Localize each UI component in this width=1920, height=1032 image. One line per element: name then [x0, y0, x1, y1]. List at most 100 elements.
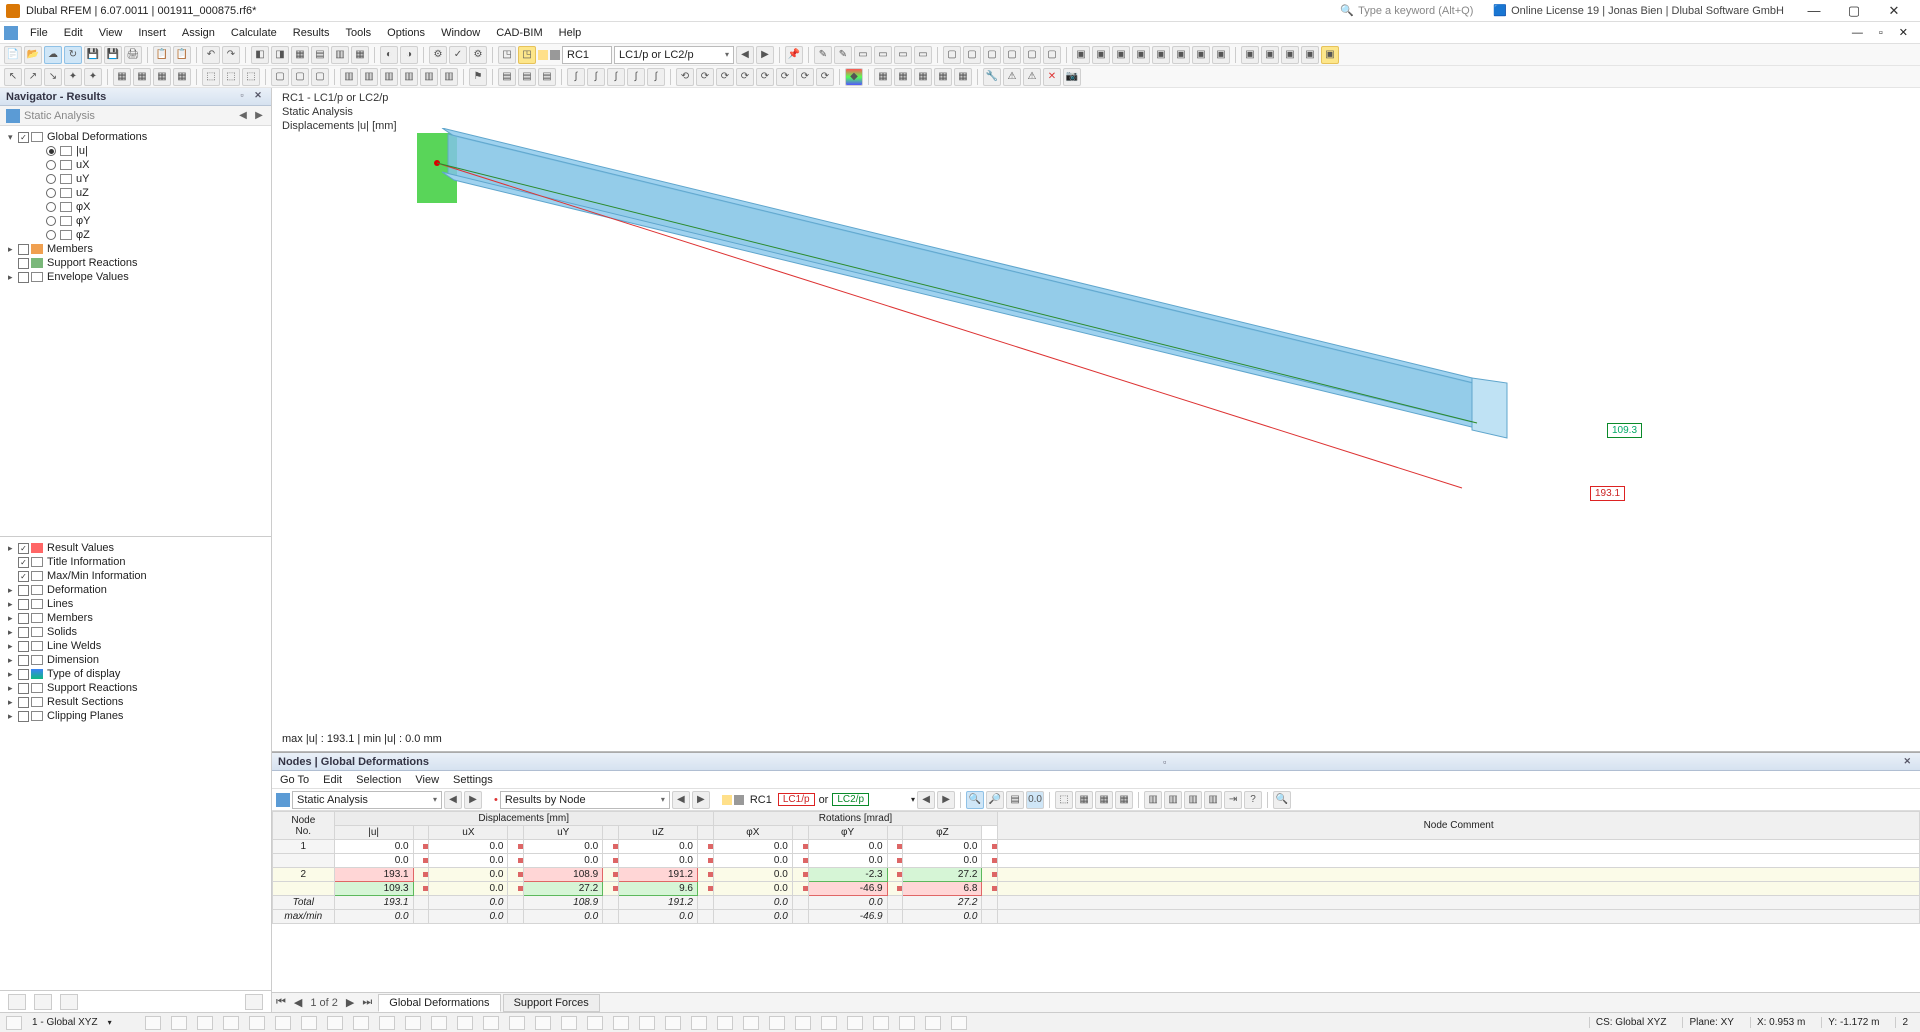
lc-combo[interactable]: LC1/p or LC2/p▾	[614, 46, 734, 64]
tb2-am[interactable]: ◆	[845, 68, 863, 86]
results-tree[interactable]: ▾Global Deformations |u| uX uY uZ φX φY …	[0, 126, 271, 536]
tb2-aw[interactable]: 📷	[1063, 68, 1081, 86]
tb2-c[interactable]: ↘	[44, 68, 62, 86]
menu-view[interactable]: View	[91, 25, 131, 41]
sb-t8[interactable]	[327, 1016, 343, 1030]
cb-maxmin-info[interactable]	[18, 571, 29, 582]
tb2-p[interactable]: ▥	[340, 68, 358, 86]
bp-help[interactable]: ?	[1244, 791, 1262, 809]
tb-s[interactable]: ▣	[1192, 46, 1210, 64]
tb-render1[interactable]: ◐	[380, 46, 398, 64]
sb-t5[interactable]	[249, 1016, 265, 1030]
menu-options[interactable]: Options	[379, 25, 433, 41]
tb-j[interactable]: ▢	[1003, 46, 1021, 64]
bp-export[interactable]: ⇥	[1224, 791, 1242, 809]
tb-g[interactable]: ▢	[943, 46, 961, 64]
sb-t11[interactable]	[405, 1016, 421, 1030]
tb2-a[interactable]: ↖	[4, 68, 22, 86]
bp-analysis-combo[interactable]: Static Analysis▾	[292, 791, 442, 809]
analysis-next[interactable]: ▶	[253, 110, 265, 121]
tb2-o[interactable]: ▢	[311, 68, 329, 86]
display-tree[interactable]: ▸Result Values Title Information Max/Min…	[0, 536, 271, 990]
tb2-x[interactable]: ▤	[518, 68, 536, 86]
bp-nav-next3[interactable]: ▶	[937, 791, 955, 809]
table-row[interactable]: 10.00.00.00.00.00.00.0	[273, 840, 1920, 854]
tb2-b[interactable]: ↗	[24, 68, 42, 86]
tb2-i[interactable]: ▦	[173, 68, 191, 86]
menu-cadbim[interactable]: CAD-BIM	[488, 25, 550, 41]
sb-t31[interactable]	[925, 1016, 941, 1030]
tree-maxmin-info[interactable]: Max/Min Information	[47, 570, 147, 582]
sb-t20[interactable]	[639, 1016, 655, 1030]
tb-open[interactable]: 📂	[24, 46, 42, 64]
tb2-ad[interactable]: ∫	[647, 68, 665, 86]
tree-phix[interactable]: φX	[76, 201, 90, 213]
tb-print[interactable]: 🖨	[124, 46, 142, 64]
radio-ux[interactable]	[46, 160, 56, 170]
tree-lines[interactable]: Lines	[47, 598, 73, 610]
tree-support[interactable]: Support Reactions	[47, 257, 138, 269]
sb-coord-sys[interactable]: 1 - Global XYZ	[32, 1017, 98, 1028]
tb-d[interactable]: ▭	[874, 46, 892, 64]
tb2-ao[interactable]: ▦	[894, 68, 912, 86]
radio-uz[interactable]	[46, 188, 56, 198]
tb-n[interactable]: ▣	[1092, 46, 1110, 64]
bp-close[interactable]: ✕	[1900, 756, 1914, 767]
tb-i[interactable]: ▢	[983, 46, 1001, 64]
radio-phiy[interactable]	[46, 216, 56, 226]
tb-cloud[interactable]: ☁	[44, 46, 62, 64]
bp-grp4[interactable]: ▦	[1115, 791, 1133, 809]
tree-members2[interactable]: Members	[47, 612, 93, 624]
bp-find[interactable]: 🔍	[966, 791, 984, 809]
bp-selection[interactable]: Selection	[356, 774, 401, 786]
sb-t30[interactable]	[899, 1016, 915, 1030]
cb-type-display[interactable]	[18, 669, 29, 680]
tb-res1[interactable]: ◳	[498, 46, 516, 64]
tb-view5[interactable]: ▥	[331, 46, 349, 64]
analysis-prev[interactable]: ◀	[237, 110, 249, 121]
bp-col3[interactable]: ▥	[1184, 791, 1202, 809]
tb2-at[interactable]: ⚠	[1003, 68, 1021, 86]
hdr-phix[interactable]: φX	[713, 826, 792, 840]
tb-render2[interactable]: ◑	[400, 46, 418, 64]
tb-pin[interactable]: 📌	[785, 46, 803, 64]
navtab-2[interactable]	[34, 994, 52, 1010]
sb-t12[interactable]	[431, 1016, 447, 1030]
bp-view[interactable]: View	[415, 774, 439, 786]
search-hint[interactable]: Type a keyword (Alt+Q)	[1358, 5, 1473, 17]
table-row[interactable]: 109.30.027.29.60.0-46.96.8	[273, 882, 1920, 896]
sb-t17[interactable]	[561, 1016, 577, 1030]
tab-global-def[interactable]: Global Deformations	[378, 994, 500, 1012]
tb2-h[interactable]: ▦	[153, 68, 171, 86]
bp-nav-prev1[interactable]: ◀	[444, 791, 462, 809]
tb2-s[interactable]: ▥	[400, 68, 418, 86]
menu-tools[interactable]: Tools	[337, 25, 379, 41]
sb-t26[interactable]	[795, 1016, 811, 1030]
lc-next[interactable]: ▶	[756, 46, 774, 64]
bp-settings[interactable]: Settings	[453, 774, 493, 786]
sb-cs-icon[interactable]	[6, 1016, 22, 1030]
hdr-u[interactable]: |u|	[334, 826, 413, 840]
sb-t18[interactable]	[587, 1016, 603, 1030]
sb-t25[interactable]	[769, 1016, 785, 1030]
tb2-ae[interactable]: ⟲	[676, 68, 694, 86]
tree-line-welds[interactable]: Line Welds	[47, 640, 101, 652]
tb2-aj[interactable]: ⟳	[776, 68, 794, 86]
tree-type-display[interactable]: Type of display	[47, 668, 120, 680]
analysis-type-row[interactable]: Static Analysis ◀ ▶	[0, 106, 271, 126]
tb2-y[interactable]: ▤	[538, 68, 556, 86]
tb-b[interactable]: ✎	[834, 46, 852, 64]
tb-o[interactable]: ▣	[1112, 46, 1130, 64]
bp-nav-prev3[interactable]: ◀	[917, 791, 935, 809]
tree-support2[interactable]: Support Reactions	[47, 682, 138, 694]
tb-calc[interactable]: ⚙	[429, 46, 447, 64]
tb-check[interactable]: ✓	[449, 46, 467, 64]
cb-global-def[interactable]	[18, 132, 29, 143]
tb2-k[interactable]: ⬚	[222, 68, 240, 86]
tb2-t[interactable]: ▥	[420, 68, 438, 86]
bp-opt2[interactable]: 0.0	[1026, 791, 1044, 809]
tree-solids[interactable]: Solids	[47, 626, 77, 638]
tb2-d[interactable]: ✦	[64, 68, 82, 86]
rc-combo[interactable]: RC1	[562, 46, 612, 64]
tb-l[interactable]: ▢	[1043, 46, 1061, 64]
